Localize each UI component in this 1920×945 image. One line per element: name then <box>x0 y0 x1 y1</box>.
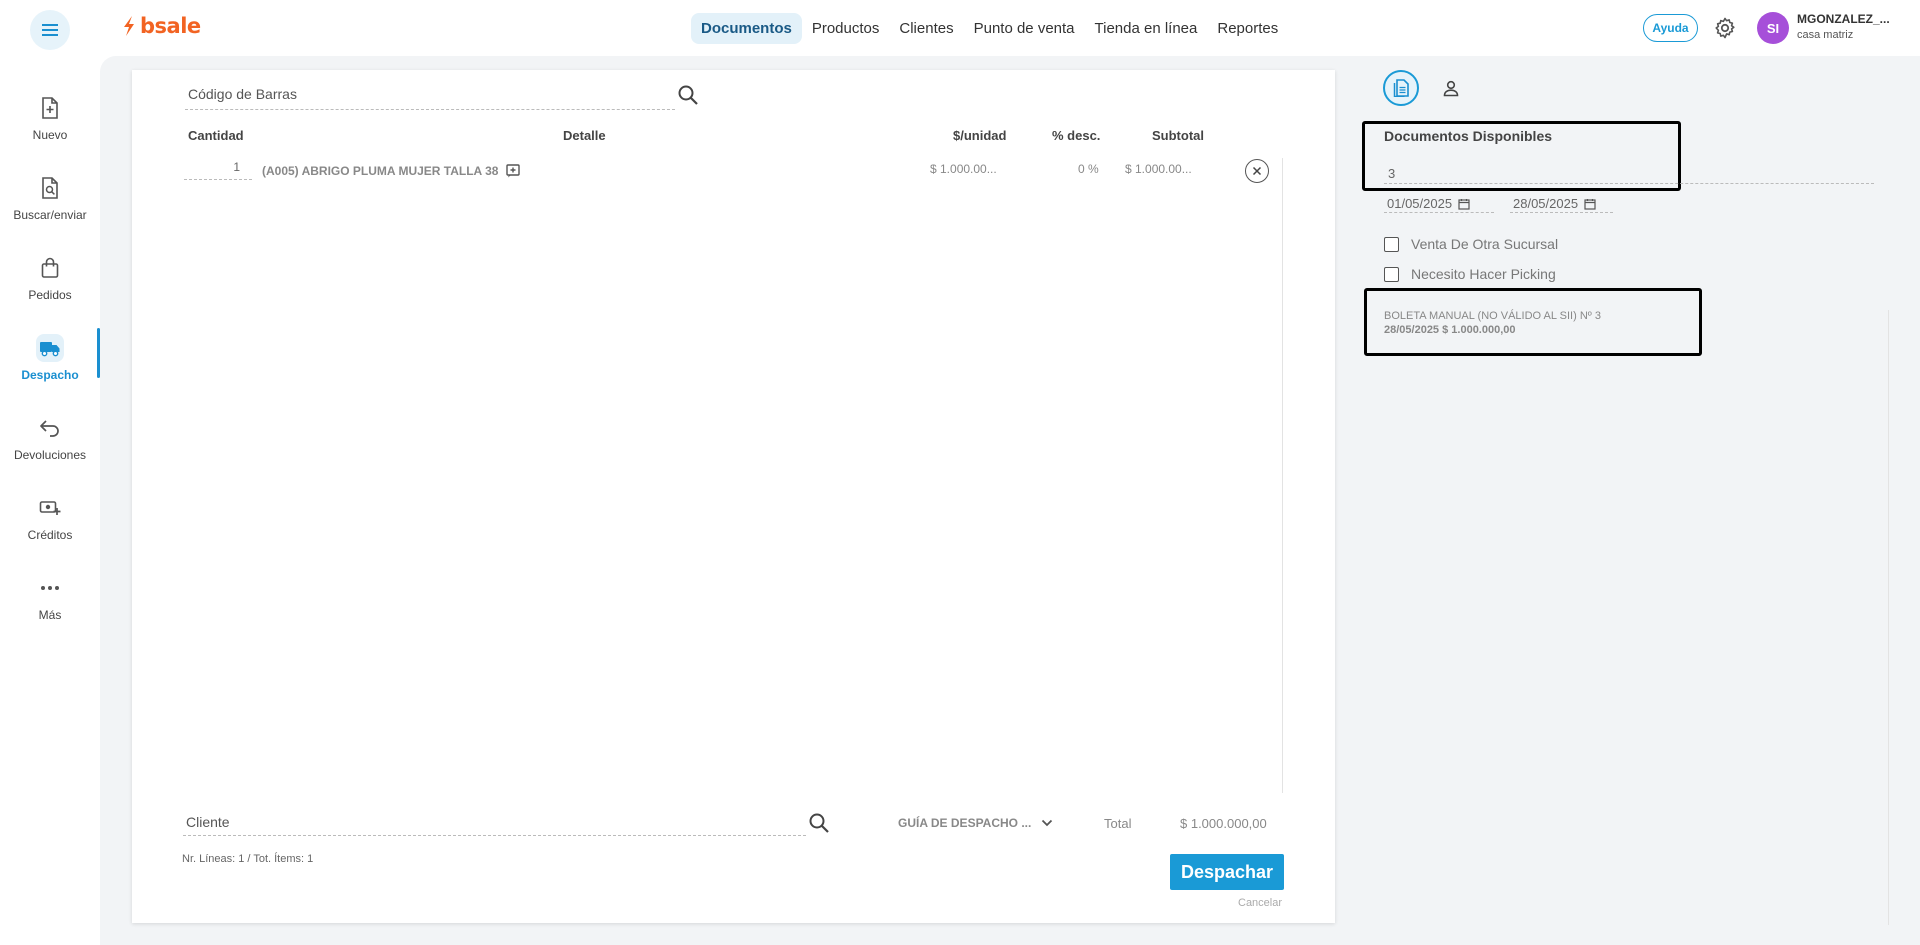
divider <box>1282 158 1283 793</box>
result-date-amount: 28/05/2025 $ 1.000.000,00 <box>1384 324 1516 336</box>
search-icon[interactable] <box>677 84 699 106</box>
return-arrow-icon <box>36 414 64 442</box>
nav-punto-de-venta[interactable]: Punto de venta <box>964 13 1085 44</box>
menu-button[interactable] <box>30 10 70 50</box>
checkbox[interactable] <box>1384 236 1399 252</box>
top-bar: bsale Documentos Productos Clientes Punt… <box>0 0 1920 56</box>
avatar[interactable]: SI <box>1757 12 1789 44</box>
truck-icon <box>36 334 64 362</box>
checkbox[interactable] <box>1384 266 1399 282</box>
shopping-bag-icon <box>36 254 64 282</box>
document-result-item[interactable]: BOLETA MANUAL (NO VÁLIDO AL SII) Nº 3 28… <box>1384 309 1601 337</box>
sidebar-item-mas[interactable]: Más <box>0 566 100 636</box>
date-from-field[interactable]: 01/05/2025 <box>1384 195 1494 213</box>
file-plus-icon <box>36 94 64 122</box>
sidebar: Nuevo Buscar/enviar Pedidos Despacho Dev… <box>0 56 100 945</box>
divider <box>1888 310 1889 925</box>
tab-documents[interactable] <box>1383 70 1419 106</box>
chevron-down-icon <box>1042 819 1053 827</box>
document-type-value: GUÍA DE DESPACHO ... <box>898 816 1032 830</box>
calendar-icon <box>1458 198 1470 210</box>
dispatch-button[interactable]: Despachar <box>1170 854 1284 890</box>
cancel-button[interactable]: Cancelar <box>1238 897 1282 909</box>
bsale-logo[interactable]: bsale <box>122 14 201 38</box>
nav-documentos[interactable]: Documentos <box>691 13 802 44</box>
sidebar-item-label: Despacho <box>21 368 79 382</box>
main-nav: Documentos Productos Clientes Punto de v… <box>691 13 1288 44</box>
file-search-icon <box>36 174 64 202</box>
total-label: Total <box>1104 816 1132 831</box>
checkbox-picking[interactable]: Necesito Hacer Picking <box>1384 266 1556 282</box>
user-name[interactable]: MGONZALEZ_... <box>1797 12 1890 26</box>
available-documents-title: Documentos Disponibles <box>1384 128 1553 144</box>
logo-text: bsale <box>140 14 201 38</box>
sidebar-item-label: Créditos <box>27 528 73 542</box>
nav-tienda-en-linea[interactable]: Tienda en línea <box>1085 13 1208 44</box>
nav-clientes[interactable]: Clientes <box>889 13 963 44</box>
lines-info: Nr. Líneas: 1 / Tot. Ítems: 1 <box>182 853 314 865</box>
remove-line-button[interactable] <box>1245 159 1269 183</box>
sidebar-item-devoluciones[interactable]: Devoluciones <box>0 406 100 476</box>
nav-productos[interactable]: Productos <box>802 13 890 44</box>
item-unit-price: $ 1.000.00... <box>930 162 997 176</box>
sidebar-item-pedidos[interactable]: Pedidos <box>0 246 100 316</box>
sidebar-item-creditos[interactable]: Créditos <box>0 486 100 556</box>
result-title: BOLETA MANUAL (NO VÁLIDO AL SII) Nº 3 <box>1384 310 1601 322</box>
help-button[interactable]: Ayuda <box>1643 14 1698 42</box>
document-icon <box>1393 79 1409 97</box>
user-branch: casa matriz <box>1797 29 1854 41</box>
column-header-discount: % desc. <box>1052 128 1101 143</box>
barcode-input[interactable]: Código de Barras <box>185 84 675 110</box>
document-type-select[interactable]: GUÍA DE DESPACHO ... <box>898 816 1053 830</box>
column-header-subtotal: Subtotal <box>1152 128 1204 143</box>
more-dots-icon <box>36 574 64 602</box>
nav-reportes[interactable]: Reportes <box>1207 13 1288 44</box>
table-row: (A005) ABRIGO PLUMA MUJER TALLA 38 <box>262 164 521 178</box>
sidebar-item-label: Más <box>38 608 62 622</box>
tab-client[interactable] <box>1437 74 1465 102</box>
checkbox-label: Venta De Otra Sucursal <box>1411 236 1559 252</box>
comment-add-icon[interactable] <box>506 164 521 178</box>
date-from-value: 01/05/2025 <box>1387 196 1453 211</box>
bolt-icon <box>124 16 134 36</box>
search-icon[interactable] <box>808 812 830 834</box>
close-icon <box>1252 166 1262 176</box>
date-to-field[interactable]: 28/05/2025 <box>1510 195 1613 213</box>
checkbox-otra-sucursal[interactable]: Venta De Otra Sucursal <box>1384 236 1558 252</box>
sidebar-item-despacho[interactable]: Despacho <box>0 326 100 396</box>
column-header-quantity: Cantidad <box>188 128 244 143</box>
item-detail: (A005) ABRIGO PLUMA MUJER TALLA 38 <box>262 164 499 178</box>
sidebar-item-label: Buscar/enviar <box>13 208 87 222</box>
sidebar-item-label: Nuevo <box>32 128 68 142</box>
sidebar-item-label: Devoluciones <box>13 448 87 462</box>
sidebar-item-buscar-enviar[interactable]: Buscar/enviar <box>0 166 100 236</box>
date-to-value: 28/05/2025 <box>1513 196 1579 211</box>
total-value: $ 1.000.000,00 <box>1180 816 1267 831</box>
column-header-unit-price: $/unidad <box>953 128 1007 143</box>
money-plus-icon <box>36 494 64 522</box>
checkbox-label: Necesito Hacer Picking <box>1411 266 1556 282</box>
quantity-input[interactable]: 1 <box>184 160 252 180</box>
sidebar-item-label: Pedidos <box>28 288 72 302</box>
client-input[interactable]: Cliente <box>183 812 806 836</box>
document-number-input[interactable]: 3 <box>1384 160 1874 184</box>
calendar-icon <box>1584 198 1596 210</box>
document-card: Código de Barras Cantidad Detalle $/unid… <box>132 70 1335 923</box>
gear-icon[interactable] <box>1713 16 1737 40</box>
hamburger-icon <box>42 24 58 36</box>
column-header-detail: Detalle <box>563 128 606 143</box>
item-subtotal: $ 1.000.00... <box>1125 162 1192 176</box>
sidebar-item-nuevo[interactable]: Nuevo <box>0 86 100 156</box>
user-icon <box>1443 80 1459 97</box>
item-discount[interactable]: 0 % <box>1078 162 1099 176</box>
